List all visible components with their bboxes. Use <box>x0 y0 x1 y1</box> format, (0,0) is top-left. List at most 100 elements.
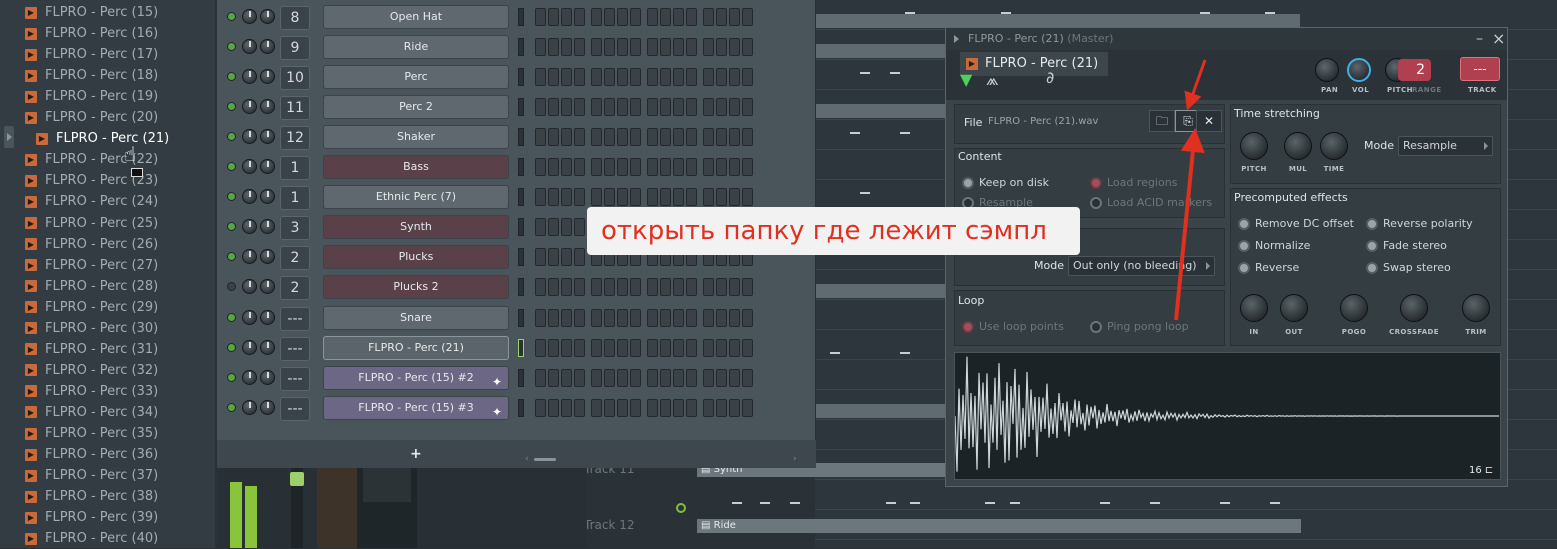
browser-item[interactable]: ▶ FLPRO - Perc (15) <box>25 2 158 23</box>
step-button[interactable] <box>673 188 684 207</box>
step-button[interactable] <box>604 128 615 147</box>
ts-time-knob[interactable] <box>1320 132 1348 160</box>
channel-mute-led[interactable] <box>227 222 236 232</box>
step-button[interactable] <box>574 368 585 387</box>
step-button[interactable] <box>548 308 559 327</box>
step-button[interactable] <box>729 98 740 117</box>
channel-volume-knob[interactable] <box>260 249 275 265</box>
step-button[interactable] <box>729 278 740 297</box>
mixer-track-number[interactable]: --- <box>280 336 310 361</box>
browser-item[interactable]: ▶ FLPRO - Perc (28) <box>25 276 158 297</box>
step-button[interactable] <box>574 338 585 357</box>
channel-select-indicator[interactable] <box>518 278 524 297</box>
browser-item[interactable]: ▶ FLPRO - Perc (25) <box>25 213 158 234</box>
step-button[interactable] <box>591 38 602 57</box>
channel-volume-knob[interactable] <box>260 339 275 355</box>
channel-select-indicator[interactable] <box>518 188 524 207</box>
step-button[interactable] <box>604 158 615 177</box>
step-button[interactable] <box>591 8 602 26</box>
trim-knob[interactable] <box>1462 294 1490 322</box>
step-button[interactable] <box>630 368 641 387</box>
step-button[interactable] <box>535 368 546 387</box>
step-button[interactable] <box>703 68 714 87</box>
load-regions-option[interactable]: Load regions <box>1090 176 1177 189</box>
browser-item[interactable]: ▶ FLPRO - Perc (21) <box>36 128 169 149</box>
browser-item[interactable]: ▶ FLPRO - Perc (34) <box>25 402 158 423</box>
step-button[interactable] <box>574 98 585 117</box>
step-button[interactable] <box>591 368 602 387</box>
channel-volume-knob[interactable] <box>260 279 275 295</box>
step-button[interactable] <box>561 368 572 387</box>
step-button[interactable] <box>742 338 753 357</box>
channel-name-button[interactable]: Perc 2 <box>323 95 509 120</box>
step-button[interactable] <box>630 68 641 87</box>
envelope-tab-icon[interactable]: ⩕ <box>986 70 999 90</box>
step-button[interactable] <box>729 398 740 417</box>
channel-select-indicator[interactable] <box>518 218 524 237</box>
step-button[interactable] <box>548 398 559 417</box>
step-button[interactable] <box>742 158 753 177</box>
step-button[interactable] <box>535 308 546 327</box>
step-button[interactable] <box>574 128 585 147</box>
step-button[interactable] <box>574 158 585 177</box>
ts-mode-select[interactable]: Resample <box>1398 136 1493 156</box>
sample-settings-tab-icon[interactable]: ▼ <box>960 70 972 89</box>
step-button[interactable] <box>686 368 697 387</box>
step-button[interactable] <box>703 278 714 297</box>
step-button[interactable] <box>703 338 714 357</box>
step-button[interactable] <box>742 38 753 57</box>
step-button[interactable] <box>561 308 572 327</box>
step-button[interactable] <box>660 278 671 297</box>
step-button[interactable] <box>673 158 684 177</box>
step-button[interactable] <box>604 368 615 387</box>
channel-mute-led[interactable] <box>227 372 236 382</box>
channel-select-indicator[interactable] <box>518 128 524 147</box>
step-button[interactable] <box>617 308 628 327</box>
step-button[interactable] <box>561 248 572 267</box>
browser-item[interactable]: ▶ FLPRO - Perc (33) <box>25 381 158 402</box>
close-button[interactable]: × <box>1492 28 1505 50</box>
mixer-track-number[interactable]: --- <box>280 366 310 391</box>
step-button[interactable] <box>574 218 585 237</box>
step-button[interactable] <box>716 98 727 117</box>
step-button[interactable] <box>604 38 615 57</box>
load-acid-option[interactable]: Load ACID markers <box>1090 196 1212 209</box>
step-button[interactable] <box>686 158 697 177</box>
step-button[interactable] <box>647 188 658 207</box>
step-button[interactable] <box>604 68 615 87</box>
channel-pan-knob[interactable] <box>242 369 257 385</box>
remove-sample-button[interactable]: ✕ <box>1196 110 1222 132</box>
step-button[interactable] <box>716 158 727 177</box>
step-button[interactable] <box>647 368 658 387</box>
channel-name-button[interactable]: Plucks <box>323 245 509 270</box>
step-button[interactable] <box>660 158 671 177</box>
browser-item[interactable]: ▶ FLPRO - Perc (37) <box>25 465 158 486</box>
channel-volume-knob[interactable] <box>260 399 275 415</box>
browser-item[interactable]: ▶ FLPRO - Perc (18) <box>25 65 158 86</box>
step-button[interactable] <box>561 8 572 26</box>
channel-volume-knob[interactable] <box>260 129 275 145</box>
step-button[interactable] <box>716 278 727 297</box>
channel-select-indicator[interactable] <box>518 158 524 177</box>
step-button[interactable] <box>660 338 671 357</box>
normalize-option[interactable]: Normalize <box>1238 239 1310 252</box>
step-button[interactable] <box>742 8 753 26</box>
step-button[interactable] <box>548 188 559 207</box>
step-button[interactable] <box>548 128 559 147</box>
channel-volume-knob[interactable] <box>260 369 275 385</box>
step-button[interactable] <box>647 278 658 297</box>
channel-mute-led[interactable] <box>227 42 236 52</box>
step-button[interactable] <box>535 68 546 87</box>
step-button[interactable] <box>617 188 628 207</box>
step-button[interactable] <box>574 8 585 26</box>
browser-item[interactable]: ▶ FLPRO - Perc (17) <box>25 44 158 65</box>
reverse-polarity-option[interactable]: Reverse polarity <box>1366 217 1473 230</box>
step-button[interactable] <box>686 8 697 26</box>
step-button[interactable] <box>716 188 727 207</box>
step-button[interactable] <box>548 368 559 387</box>
step-button[interactable] <box>686 128 697 147</box>
misc-tab-icon[interactable]: ∂ <box>1046 68 1054 87</box>
step-button[interactable] <box>686 188 697 207</box>
channel-pan-knob[interactable] <box>242 159 257 175</box>
step-button[interactable] <box>630 128 641 147</box>
